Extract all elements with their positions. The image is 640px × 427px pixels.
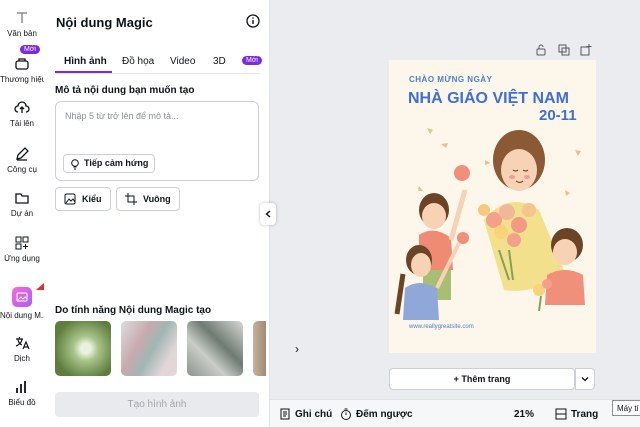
lock-icon[interactable] <box>535 44 547 56</box>
media-tabs: Hình ảnh Đồ họa Video 3D Mới <box>55 54 262 74</box>
generate-image-button[interactable]: Tạo hình ảnh <box>55 392 259 417</box>
magic-section-label: Do tính năng Nội dung Magic tạo <box>55 305 212 316</box>
description-label: Mô tả nội dung bạn muốn tạo <box>55 85 195 96</box>
generated-thumbnail[interactable] <box>253 321 266 376</box>
rail-item-label: Nội dung M... <box>0 311 44 320</box>
style-button[interactable]: Kiểu <box>55 187 111 211</box>
rail-item-tools[interactable]: Công cụ <box>0 146 44 174</box>
rail-item-label: Dịch <box>13 354 30 363</box>
generated-thumbnail[interactable] <box>121 321 177 376</box>
rail-item-apps[interactable]: Ứng dụng <box>0 235 44 263</box>
rail-item-label: Tải lên <box>9 119 34 128</box>
chart-icon <box>16 381 26 393</box>
image-style-icon <box>64 193 76 205</box>
rail-item-label: Văn bản <box>7 29 37 38</box>
prompt-placeholder: Nhập 5 từ trở lên để mô tả... <box>65 111 179 121</box>
rail-item-charts[interactable]: Biểu đồ <box>0 379 44 407</box>
zoom-level[interactable]: 21% <box>514 409 534 420</box>
tab-images[interactable]: Hình ảnh <box>64 56 107 67</box>
chevron-right-icon[interactable]: › <box>295 342 299 356</box>
notes-button[interactable]: Ghi chú <box>279 408 333 420</box>
teacher-illustration <box>394 128 585 320</box>
rail-item-label: Thương hiệu <box>0 75 44 84</box>
new-badge: Mới <box>20 45 40 54</box>
translate-icon <box>15 337 30 350</box>
aspect-ratio-button[interactable]: Vuông <box>116 187 180 211</box>
lightbulb-icon <box>71 159 79 170</box>
left-rail: Văn bản Mới Thương hiệu Tải lên Công cụ … <box>0 0 44 427</box>
panel-title: Nội dung Magic <box>56 15 153 30</box>
rail-item-brand[interactable]: Thương hiệu <box>0 56 44 84</box>
brand-icon <box>15 58 29 70</box>
info-icon[interactable] <box>246 14 260 28</box>
notes-icon <box>280 408 290 420</box>
text-icon <box>17 12 27 23</box>
generated-thumbnail[interactable] <box>55 321 111 376</box>
pages-icon <box>555 408 567 420</box>
tab-video[interactable]: Video <box>170 56 195 67</box>
rail-item-label: Công cụ <box>7 165 37 174</box>
tab-3d[interactable]: 3D <box>213 56 226 67</box>
magic-media-panel: Nội dung Magic Hình ảnh Đồ họa Video 3D … <box>44 0 299 427</box>
chevron-down-icon <box>581 377 589 382</box>
timer-icon <box>341 408 351 420</box>
duplicate-icon[interactable] <box>558 44 570 56</box>
pages-label: Trang <box>571 409 599 420</box>
rail-item-translate[interactable]: Dịch <box>0 335 44 363</box>
rail-item-magic-media[interactable]: Nội dung M... <box>0 287 44 320</box>
tooltip: Máy tí <box>612 400 640 416</box>
new-badge: Mới <box>242 56 262 65</box>
rail-item-label: Dự án <box>10 209 34 218</box>
timer-button[interactable]: Đếm ngược <box>340 408 413 420</box>
chevron-left-icon <box>265 210 271 218</box>
ratio-label: Vuông <box>143 194 171 204</box>
collapse-panel-button[interactable] <box>260 203 276 225</box>
active-tab-indicator <box>55 71 112 73</box>
inspire-button[interactable]: Tiếp cảm hứng <box>63 154 156 173</box>
rail-item-label: Ứng dụng <box>4 254 40 263</box>
pages-button[interactable]: Trang <box>555 408 599 420</box>
style-label: Kiểu <box>82 194 102 204</box>
timer-label: Đếm ngược <box>356 409 413 420</box>
rail-item-label: Biểu đồ <box>8 398 36 407</box>
notes-label: Ghi chú <box>295 409 333 420</box>
inspire-label: Tiếp cảm hứng <box>84 158 149 168</box>
upload-icon <box>14 101 30 113</box>
bottom-toolbar: Ghi chú Đếm ngược 21% Trang <box>270 399 640 427</box>
crop-icon <box>125 193 137 205</box>
add-page-menu-button[interactable] <box>575 368 595 390</box>
pen-icon <box>16 147 29 161</box>
design-canvas[interactable]: CHÀO MỪNG NGÀY NHÀ GIÁO VIỆT NAM 20-11 w… <box>389 60 596 353</box>
prompt-input[interactable]: Nhập 5 từ trở lên để mô tả... Tiếp cảm h… <box>55 101 259 181</box>
magic-media-icon <box>12 287 32 307</box>
rail-item-projects[interactable]: Dự án <box>0 190 44 218</box>
folder-icon <box>15 193 29 204</box>
apps-icon <box>15 236 29 250</box>
rail-item-upload[interactable]: Tải lên <box>0 100 44 128</box>
add-page-icon[interactable] <box>580 44 592 56</box>
generated-thumbnail[interactable] <box>187 321 243 376</box>
tab-graphics[interactable]: Đồ họa <box>122 56 154 67</box>
add-page-button[interactable]: + Thêm trang <box>389 368 575 390</box>
design-url: www.reallygreatsite.com <box>409 324 474 330</box>
rail-item-text[interactable]: Văn bản <box>0 10 44 38</box>
